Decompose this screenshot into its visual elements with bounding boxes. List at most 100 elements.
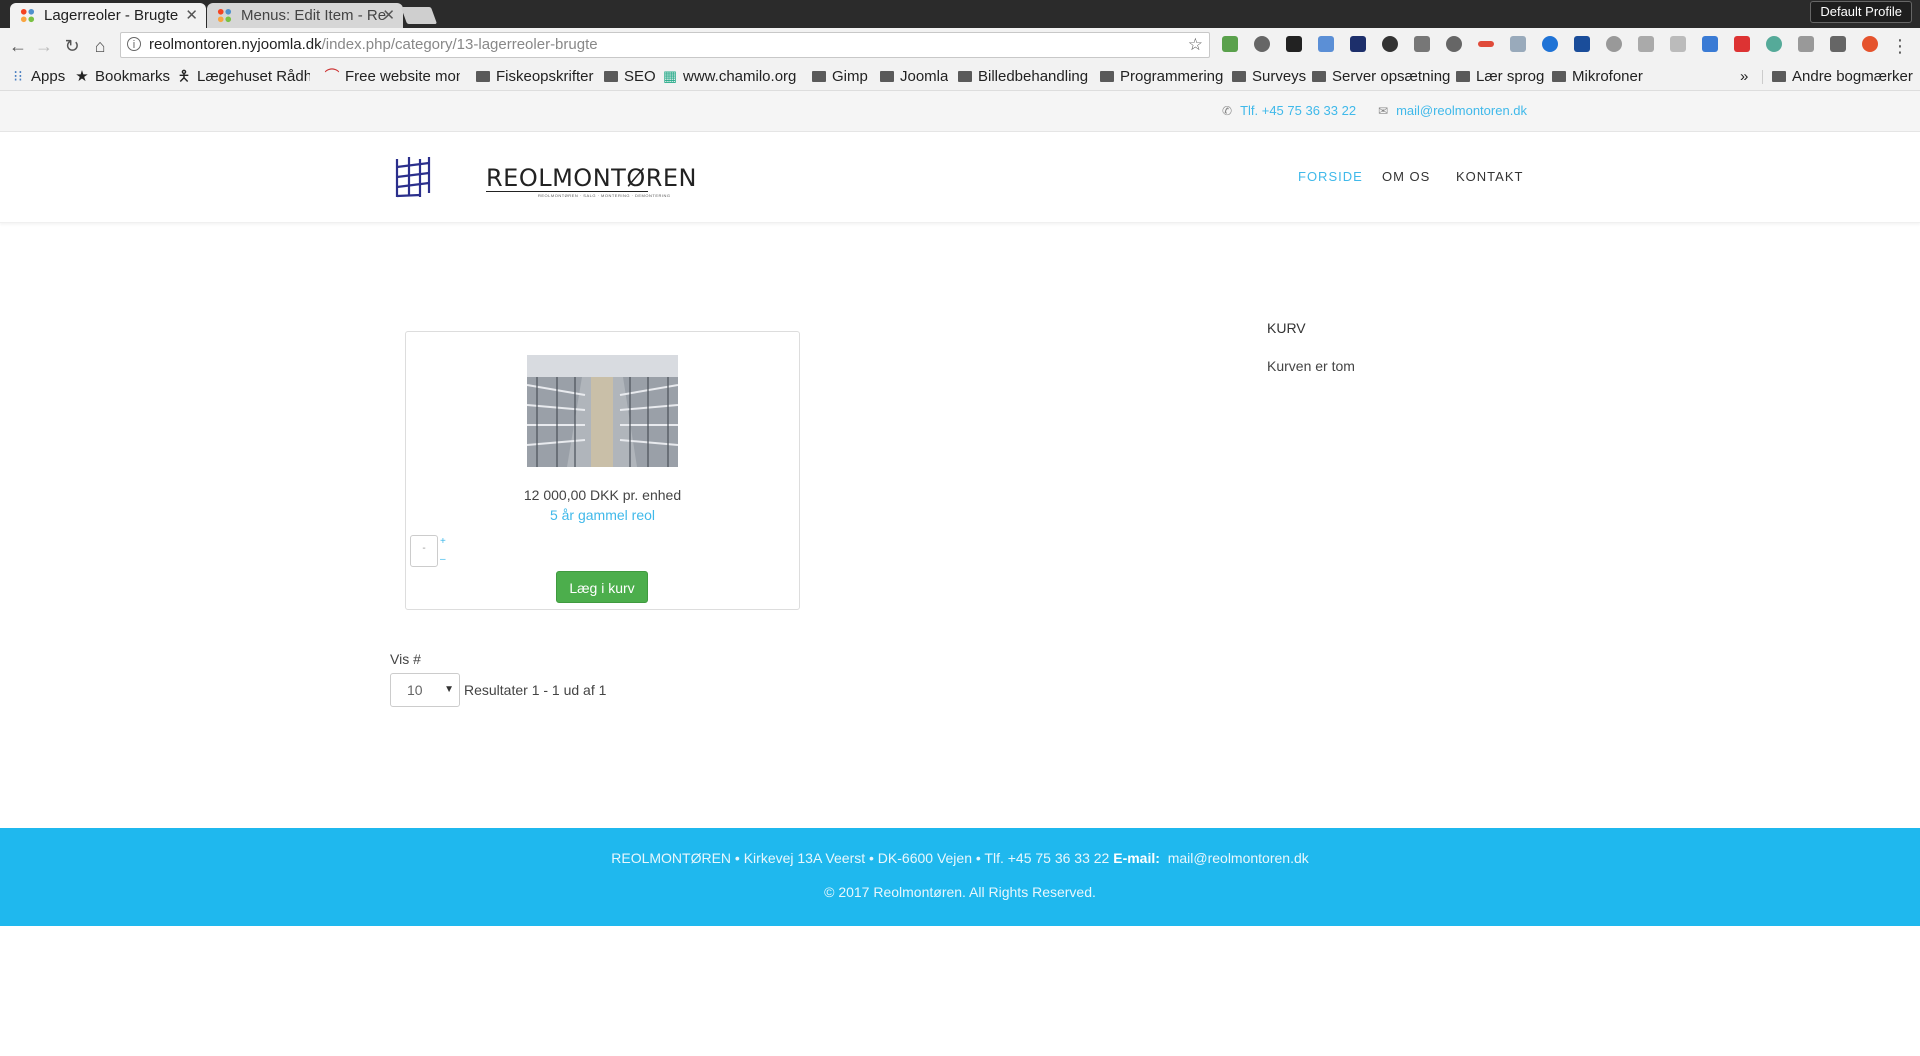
bookmark-programmering[interactable]: Programmering [1100, 64, 1223, 90]
items-per-page-select[interactable]: 10 ▼ [390, 673, 460, 707]
extension-star-icon[interactable] [1638, 36, 1654, 52]
site-logo-text[interactable]: REOLMONTØREN [486, 164, 697, 192]
menu-dots-icon[interactable]: ⋮ [1888, 34, 1912, 58]
tab-lagerreoler[interactable]: Lagerreoler - Brugte ✕ [10, 3, 206, 28]
extension-chat-icon[interactable] [1542, 36, 1558, 52]
extension-evernote-icon[interactable] [1382, 36, 1398, 52]
bookmarks-separator [1762, 70, 1763, 84]
joomla-favicon-icon [217, 8, 232, 23]
extension-gear-icon[interactable] [1254, 36, 1270, 52]
extension-plus-icon[interactable] [1734, 36, 1750, 52]
product-card: 12 000,00 DKK pr. enhed 5 år gammel reol… [405, 331, 800, 610]
tab-title: Lagerreoler - Brugte [44, 7, 179, 24]
add-to-cart-button[interactable]: Læg i kurv [556, 571, 648, 603]
reload-icon[interactable]: ↻ [60, 34, 84, 58]
folder-icon [1312, 71, 1326, 82]
extension-circle-icon[interactable] [1606, 36, 1622, 52]
tab-title: Menus: Edit Item - Re [241, 7, 387, 24]
bookmark-mikrofoner[interactable]: Mikrofoner [1552, 64, 1643, 90]
bookmark-free-website-mon[interactable]: ⌒ Free website mon [324, 64, 460, 90]
footer-contact-line: REOLMONTØREN • Kirkevej 13A Veerst • DK-… [0, 850, 1920, 866]
shelving-logo-icon[interactable] [394, 155, 432, 199]
topbar-email[interactable]: ✉ mail@reolmontoren.dk [1378, 91, 1527, 131]
quantity-decrease-button[interactable]: – [440, 555, 446, 565]
folder-icon [1100, 71, 1114, 82]
extension-cloud-icon[interactable] [1862, 36, 1878, 52]
person-icon: 🯅 [177, 68, 191, 85]
footer-copyright: © 2017 Reolmontøren. All Rights Reserved… [824, 884, 1096, 900]
product-price: 12 000,00 DKK pr. enhed [523, 487, 682, 503]
bookmark-billedbehandling[interactable]: Billedbehandling [958, 64, 1088, 90]
bookmark-chamilo[interactable]: ▦ www.chamilo.org [662, 64, 796, 90]
bookmark-surveys[interactable]: Surveys [1232, 64, 1306, 90]
phone-icon: ✆ [1222, 104, 1233, 118]
nav-om-os[interactable]: OM OS [1382, 132, 1430, 222]
bookmarks-bar: ⁝⁝ Apps ★ Bookmarks 🯅 Lægehuset Rådhu ⌒ Free… [0, 64, 1920, 91]
extension-joomla-icon[interactable] [1766, 36, 1782, 52]
forward-arrow-icon[interactable]: → [32, 34, 56, 58]
site-topbar: ✆ Tlf. +45 75 36 33 22 ✉ mail@reolmontoren… [0, 91, 1920, 132]
footer-email-label: E-mail: [1113, 850, 1160, 866]
url-host: reolmontoren.nyjoomla.dk [149, 36, 322, 53]
extension-color-picker-icon[interactable] [1222, 36, 1238, 52]
nav-kontakt[interactable]: KONTAKT [1456, 132, 1523, 222]
footer-address: REOLMONTØREN • Kirkevej 13A Veerst • DK-… [611, 850, 1110, 866]
bookmark-server-opsaetning[interactable]: Server opsætning [1312, 64, 1450, 90]
folder-icon [1552, 71, 1566, 82]
bookmark-gimp[interactable]: Gimp [812, 64, 868, 90]
extension-checkmark-icon[interactable] [1286, 36, 1302, 52]
quantity-increase-button[interactable]: + [440, 537, 446, 547]
bookmark-laegehuset[interactable]: 🯅 Lægehuset Rådhu [176, 64, 310, 90]
joomla-favicon-icon [20, 8, 35, 23]
extension-columns-icon[interactable] [1414, 36, 1430, 52]
extension-download-icon[interactable] [1574, 36, 1590, 52]
close-icon[interactable]: ✕ [185, 3, 198, 28]
chamilo-favicon-icon: ▦ [662, 68, 678, 85]
cart-title: KURV [1267, 320, 1306, 336]
bookmark-fiskeopskrifter[interactable]: Fiskeopskrifter [476, 64, 594, 90]
url-path: /index.php/category/13-lagerreoler-brugt… [321, 36, 598, 53]
items-per-page-value: 10 [407, 682, 423, 698]
tab-menus-edit-item[interactable]: Menus: Edit Item - Re ✕ [207, 3, 403, 28]
new-tab-button[interactable] [400, 7, 438, 24]
back-arrow-icon[interactable]: ← [6, 34, 30, 58]
product-description-link[interactable]: 5 år gammel reol [406, 507, 799, 523]
address-bar[interactable]: i reolmontoren.nyjoomla.dk/index.php/cat… [120, 32, 1210, 58]
bookmark-seo[interactable]: SEO [604, 64, 656, 90]
apps-grid-icon: ⁝⁝ [13, 68, 23, 85]
site-favicon-icon: ⌒ [324, 68, 340, 85]
quantity-input[interactable]: - [410, 535, 438, 567]
site-footer: REOLMONTØREN • Kirkevej 13A Veerst • DK-… [0, 828, 1920, 926]
folder-icon [1232, 71, 1246, 82]
topbar-phone[interactable]: ✆ Tlf. +45 75 36 33 22 [1222, 91, 1356, 131]
bookmark-other-bookmarks[interactable]: Andre bogmærker [1772, 64, 1913, 90]
extension-power-icon[interactable] [1446, 36, 1462, 52]
extension-grid-icon[interactable] [1670, 36, 1686, 52]
bookmark-joomla[interactable]: Joomla [880, 64, 948, 90]
bookmark-bookmarks[interactable]: ★ Bookmarks [74, 64, 170, 90]
extension-image-icon[interactable] [1318, 36, 1334, 52]
browser-toolbar: ← → ↻ ⌂ i reolmontoren.nyjoomla.dk/index… [0, 28, 1920, 64]
extension-stats-icon[interactable] [1350, 36, 1366, 52]
bookmarks-overflow-chevron-icon[interactable]: » [1740, 64, 1748, 90]
bookmark-star-icon[interactable]: ☆ [1188, 33, 1203, 57]
site-header: REOLMONTØREN REOLMONTØREN · SALG · MONTE… [0, 132, 1920, 223]
info-icon[interactable]: i [127, 37, 141, 51]
product-image[interactable] [527, 355, 678, 467]
close-icon[interactable]: ✕ [382, 3, 395, 28]
browser-tab-strip: Lagerreoler - Brugte ✕ Menus: Edit Item … [0, 0, 1920, 28]
folder-icon [476, 71, 490, 82]
profile-button[interactable]: Default Profile [1810, 1, 1912, 23]
bookmark-apps[interactable]: ⁝⁝ Apps [10, 64, 65, 90]
extension-code-icon[interactable] [1478, 41, 1494, 47]
extension-html-icon[interactable] [1510, 36, 1526, 52]
extension-window-icon[interactable] [1702, 36, 1718, 52]
home-icon[interactable]: ⌂ [88, 34, 112, 58]
star-icon: ★ [75, 68, 89, 85]
extension-puzzle-icon[interactable] [1830, 36, 1846, 52]
nav-forside[interactable]: FORSIDE [1298, 132, 1363, 222]
envelope-icon: ✉ [1378, 104, 1389, 118]
bookmark-laer-sprog[interactable]: Lær sprog [1456, 64, 1544, 90]
footer-email-link[interactable]: mail@reolmontoren.dk [1168, 850, 1309, 866]
extension-list-icon[interactable] [1798, 36, 1814, 52]
